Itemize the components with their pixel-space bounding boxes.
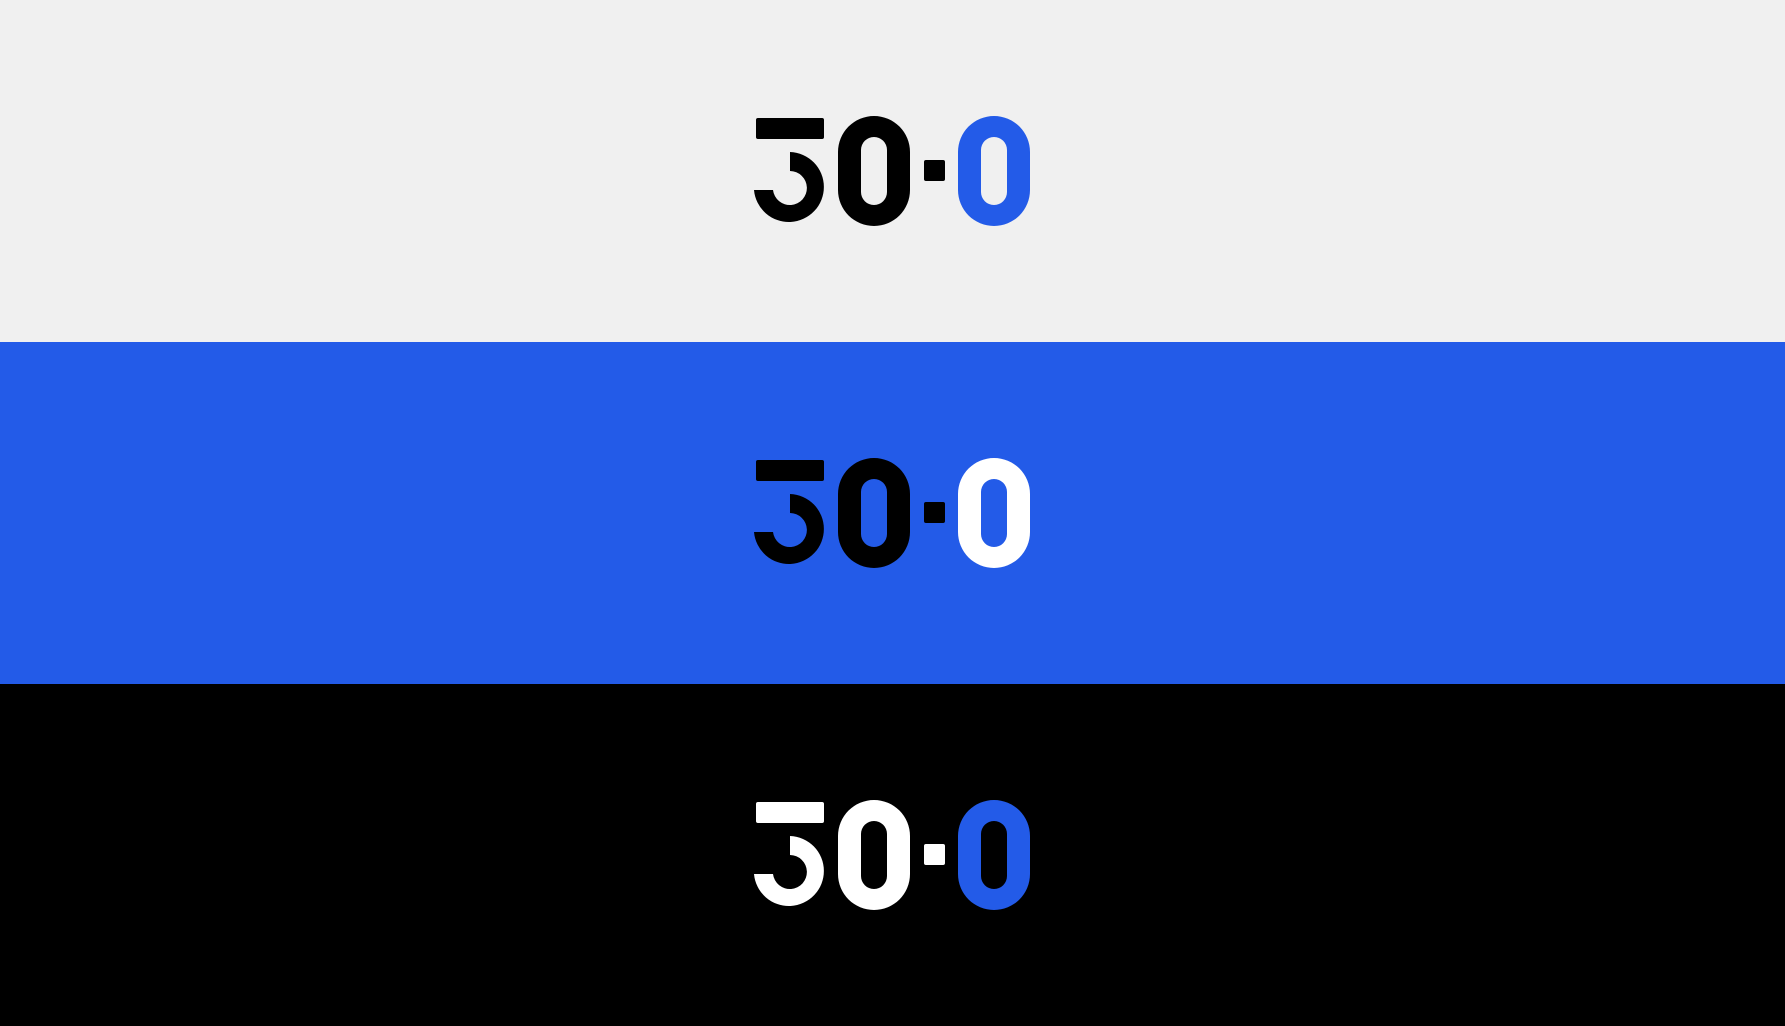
logo-wordmark-label: 30-0 (0, 342, 1, 343)
band-dark: 30-0 (0, 684, 1785, 1026)
logo-zero-2 (958, 116, 1030, 226)
logo-wordmark-label: 30-0 (0, 684, 1, 685)
logo-zero-1 (838, 458, 910, 568)
logo-zero-2 (958, 800, 1030, 910)
logo-three-bowl (754, 494, 824, 564)
logo-wordmark-label: 30-0 (0, 0, 1, 1)
logo-variations: 30-0 30-0 (0, 0, 1785, 1026)
logo-zero-2 (958, 458, 1030, 568)
band-light: 30-0 (0, 0, 1785, 342)
logo-three-bowl (754, 152, 824, 222)
logo-zero-1 (838, 116, 910, 226)
logo-zero-1 (838, 800, 910, 910)
logo-mark (754, 800, 1030, 910)
band-blue: 30-0 (0, 342, 1785, 684)
logo-three-bar (756, 802, 824, 823)
logo-digits-30 (754, 116, 910, 226)
logo-separator (924, 844, 945, 865)
logo-mark (754, 458, 1030, 568)
logo-digits-30 (754, 800, 910, 910)
logo-separator (924, 502, 945, 523)
logo-digits-30 (754, 458, 910, 568)
logo-three-bowl (754, 836, 824, 906)
logo-mark (754, 116, 1030, 226)
logo-separator (924, 160, 945, 181)
logo-three-bar (756, 460, 824, 481)
logo-three-bar (756, 118, 824, 139)
